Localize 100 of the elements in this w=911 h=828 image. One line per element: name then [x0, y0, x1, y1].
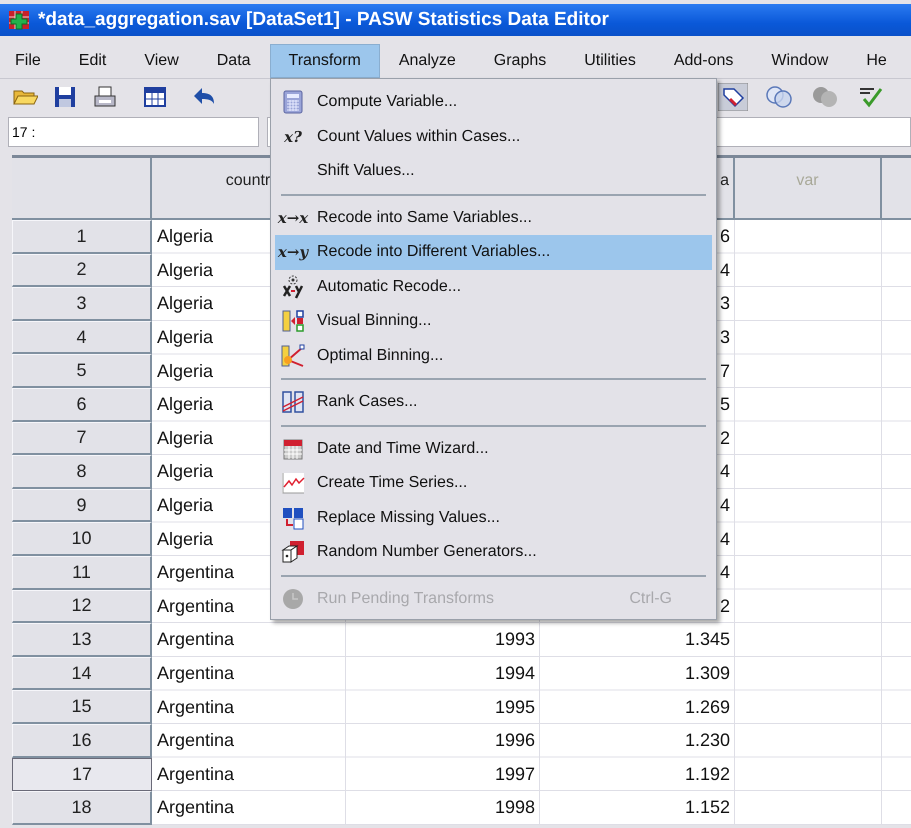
- menu-item[interactable]: File: [0, 44, 60, 78]
- table-cell: 1.309: [684, 663, 730, 684]
- table-cell: 5: [720, 394, 730, 416]
- table-cell: Argentina: [157, 730, 234, 752]
- table-cell: 4: [720, 495, 730, 516]
- auto-recode-icon: [281, 274, 305, 299]
- table-cell: Argentina: [157, 562, 234, 584]
- row-header[interactable]: 15: [12, 690, 152, 724]
- menu-item[interactable]: Date and Time Wizard...: [275, 432, 712, 466]
- table-cell: 1.345: [684, 629, 730, 650]
- row-header[interactable]: 6: [12, 388, 152, 422]
- table-cell: Algeria: [157, 461, 214, 482]
- table-cell: Algeria: [157, 260, 214, 281]
- calendar-icon: [281, 436, 305, 461]
- table-cell: 4: [720, 528, 730, 550]
- menu-item[interactable]: Random Number Generators...: [275, 535, 712, 570]
- row-header[interactable]: 9: [12, 488, 152, 522]
- row-header[interactable]: 11: [12, 556, 152, 590]
- row-header[interactable]: 2: [12, 254, 152, 288]
- menu-item[interactable]: Visual Binning...: [275, 304, 712, 338]
- calculator-icon: [281, 90, 305, 114]
- table-cell: Algeria: [157, 495, 214, 516]
- menu-item[interactable]: Analyze: [380, 44, 475, 78]
- symbol-icon: x?: [284, 128, 302, 146]
- row-header[interactable]: 17: [12, 758, 152, 792]
- table-cell: 3: [720, 327, 730, 348]
- table-cell: Algeria: [157, 528, 214, 550]
- shortcut-text: Ctrl-G: [629, 590, 672, 608]
- window-title: *data_aggregation.sav [DataSet1] - PASW Statistics Data Editor: [38, 9, 609, 31]
- row-header[interactable]: 3: [12, 287, 152, 321]
- menu-item[interactable]: x→y Recode into Different Variables...: [275, 235, 712, 270]
- app-icon: [8, 10, 30, 30]
- menu-item[interactable]: View: [125, 44, 198, 78]
- menu-item[interactable]: Create Time Series...: [275, 466, 712, 500]
- table-cell: 1.230: [684, 730, 730, 752]
- table-cell: 1996: [494, 730, 535, 752]
- menu-item[interactable]: Transform: [270, 44, 380, 78]
- table-cell: Argentina: [157, 663, 234, 684]
- menu-item[interactable]: Add-ons: [654, 44, 752, 78]
- cell-reference-field[interactable]: 17 :: [8, 117, 259, 147]
- table-cell: 1.192: [684, 764, 730, 785]
- replace-values-icon: [281, 506, 305, 530]
- table-cell: Algeria: [157, 360, 214, 382]
- row-header[interactable]: 7: [12, 422, 152, 456]
- table-cell: 3: [720, 293, 730, 314]
- table-cell: Algeria: [157, 293, 214, 314]
- table-cell: Argentina: [157, 696, 234, 718]
- menu-item[interactable]: Automatic Recode...: [275, 270, 712, 304]
- menu-item[interactable]: Graphs: [474, 44, 566, 78]
- row-header[interactable]: 4: [12, 320, 152, 354]
- grid-icon[interactable]: [142, 84, 168, 110]
- table-cell: Argentina: [157, 629, 234, 650]
- menu-item[interactable]: Rank Cases...: [275, 385, 712, 420]
- clock-icon: [281, 586, 305, 611]
- table-cell: Algeria: [157, 394, 214, 416]
- table-cell: 1.152: [684, 797, 730, 818]
- menu-item[interactable]: Compute Variable...: [275, 85, 712, 120]
- symbol-icon: x→y: [278, 243, 308, 262]
- dice-icon: [281, 540, 305, 564]
- table-cell: Algeria: [157, 226, 214, 248]
- menu-item[interactable]: Utilities: [565, 44, 655, 78]
- menu-item[interactable]: Data: [198, 44, 270, 78]
- table-cell: 1995: [494, 696, 535, 718]
- table-cell: 1994: [494, 663, 535, 684]
- table-cell: 4: [720, 260, 730, 281]
- table-cell: 1998: [494, 797, 535, 818]
- table-cell: Algeria: [157, 327, 214, 348]
- save-icon[interactable]: [52, 84, 78, 110]
- tag-icon[interactable]: [718, 83, 748, 111]
- table-cell: 2: [720, 596, 730, 617]
- visual-binning-icon: [281, 309, 305, 334]
- table-cell: 1.269: [684, 696, 730, 718]
- table-cell: 7: [720, 360, 730, 382]
- table-cell: Algeria: [157, 428, 214, 449]
- row-header[interactable]: 16: [12, 724, 152, 758]
- table-cell: Argentina: [157, 764, 234, 785]
- menu-item[interactable]: Edit: [60, 44, 126, 78]
- row-header[interactable]: 8: [12, 455, 152, 489]
- menu-item[interactable]: He: [847, 44, 906, 78]
- line-chart-icon: [281, 471, 305, 496]
- menu-item[interactable]: Optimal Binning...: [275, 338, 712, 373]
- table-cell: 2: [720, 428, 730, 449]
- row-header[interactable]: 12: [12, 590, 152, 624]
- row-header[interactable]: 1: [12, 220, 152, 254]
- table-cell: 4: [720, 461, 730, 482]
- rank-icon: [281, 390, 305, 414]
- row-header[interactable]: 13: [12, 623, 152, 657]
- row-header[interactable]: 10: [12, 522, 152, 556]
- row-header[interactable]: 18: [12, 791, 152, 825]
- row-header[interactable]: 14: [12, 656, 152, 690]
- table-cell: Argentina: [157, 596, 234, 617]
- table-cell: 1993: [494, 629, 535, 650]
- menu-item[interactable]: x? Count Values within Cases...: [275, 120, 712, 154]
- menu-item[interactable]: Window: [752, 44, 848, 78]
- table-cell: Argentina: [157, 797, 234, 818]
- table-cell: 1997: [494, 764, 535, 785]
- table-cell: 6: [720, 226, 730, 248]
- row-header[interactable]: 5: [12, 354, 152, 388]
- menu-item[interactable]: Replace Missing Values...: [275, 500, 712, 535]
- column-header[interactable]: [882, 158, 911, 220]
